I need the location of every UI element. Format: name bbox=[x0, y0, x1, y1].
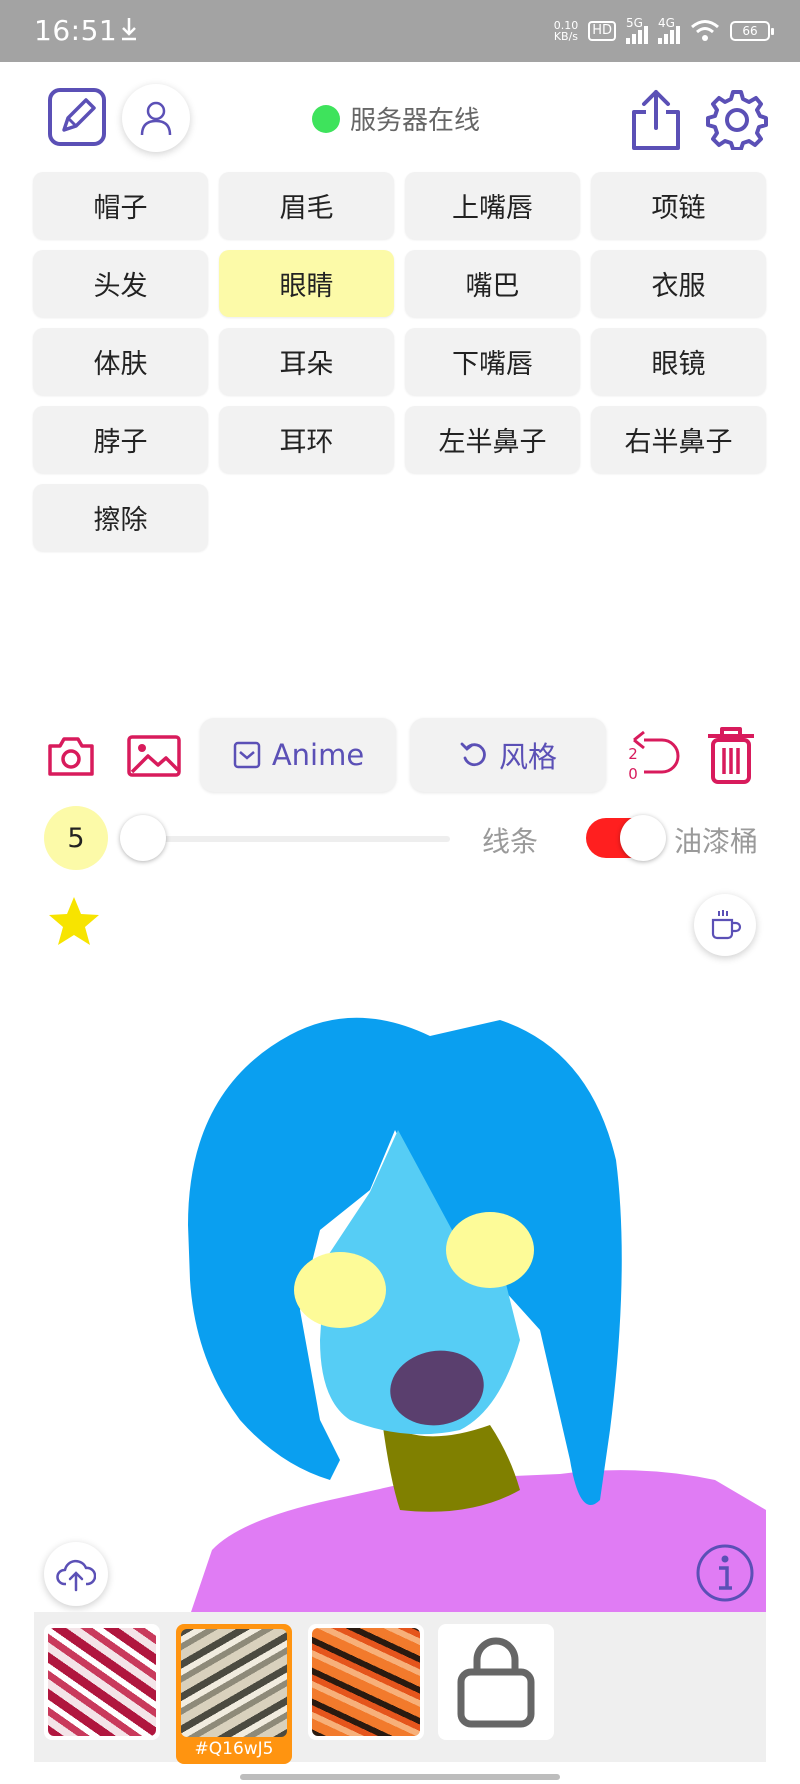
part-button[interactable]: 擦除 bbox=[33, 484, 208, 551]
lock-icon bbox=[457, 1637, 535, 1728]
part-button[interactable]: 眉毛 bbox=[219, 172, 394, 239]
edit-sketch-button[interactable] bbox=[46, 86, 108, 148]
wifi-icon bbox=[691, 20, 719, 41]
share-icon bbox=[632, 90, 680, 150]
battery-icon: 66 bbox=[730, 21, 774, 41]
part-button[interactable]: 眼镜 bbox=[591, 328, 766, 395]
trash-icon bbox=[708, 727, 754, 784]
refresh-icon bbox=[460, 742, 486, 767]
server-online-dot bbox=[312, 104, 340, 133]
gear-icon bbox=[706, 90, 768, 150]
part-button[interactable]: 脖子 bbox=[33, 406, 208, 473]
server-status-label: 服务器在线 bbox=[350, 106, 481, 136]
signal-5g-label: 5G bbox=[626, 16, 643, 30]
info-button[interactable] bbox=[694, 1542, 756, 1604]
style-preview-tiger bbox=[312, 1628, 420, 1736]
style-thumbnail-3[interactable] bbox=[308, 1624, 424, 1740]
part-button[interactable]: 右半鼻子 bbox=[591, 406, 766, 473]
server-status: 服务器在线 bbox=[312, 100, 480, 137]
part-button[interactable]: 体肤 bbox=[33, 328, 208, 395]
signal-4g-label: 4G bbox=[658, 16, 675, 30]
settings-button[interactable] bbox=[706, 88, 768, 150]
style-code-label: #Q16wJ5 bbox=[194, 1739, 274, 1759]
style-button[interactable]: 风格 bbox=[410, 718, 606, 792]
part-button[interactable]: 眼睛 bbox=[219, 250, 394, 317]
image-icon bbox=[127, 735, 181, 777]
share-button[interactable] bbox=[628, 86, 684, 152]
status-bar: 16:51 0.10 KB/s HD 5G 4G 66 bbox=[0, 0, 800, 62]
pen-square-icon bbox=[48, 88, 106, 146]
user-icon bbox=[140, 101, 172, 136]
line-mode-label: 线条 bbox=[482, 825, 539, 858]
info-icon bbox=[696, 1544, 754, 1602]
part-button[interactable]: 耳朵 bbox=[219, 328, 394, 395]
part-button[interactable]: 下嘴唇 bbox=[405, 328, 580, 395]
signal-5g-icon: 5G bbox=[626, 16, 648, 44]
sketch-neck bbox=[382, 1420, 520, 1512]
part-button[interactable]: 项链 bbox=[591, 172, 766, 239]
camera-icon bbox=[48, 737, 94, 776]
part-button[interactable]: 帽子 bbox=[33, 172, 208, 239]
style-thumbnail-1[interactable] bbox=[44, 1624, 160, 1740]
style-thumbnail-selected[interactable]: #Q16wJ5 bbox=[176, 1624, 292, 1764]
brush-size-slider[interactable] bbox=[138, 836, 450, 842]
signal-4g-icon: 4G bbox=[658, 16, 680, 44]
checkbox-icon bbox=[233, 741, 261, 769]
home-indicator bbox=[240, 1774, 560, 1780]
part-button[interactable]: 嘴巴 bbox=[405, 250, 580, 317]
donate-coffee-button[interactable] bbox=[694, 894, 756, 956]
user-profile-button[interactable] bbox=[122, 84, 190, 152]
paint-bucket-label: 油漆桶 bbox=[674, 825, 759, 858]
drawing-canvas[interactable] bbox=[0, 980, 800, 1615]
style-thumbnail-strip: #Q16wJ5 bbox=[34, 1612, 766, 1764]
undo-count-bottom: 0 bbox=[628, 765, 638, 783]
part-button[interactable]: 上嘴唇 bbox=[405, 172, 580, 239]
part-button[interactable]: 耳环 bbox=[219, 406, 394, 473]
upload-cloud-button[interactable] bbox=[44, 1542, 108, 1606]
download-icon bbox=[122, 18, 136, 41]
part-button[interactable]: 左半鼻子 bbox=[405, 406, 580, 473]
toggle-knob bbox=[620, 815, 666, 861]
cloud-upload-icon bbox=[56, 1559, 96, 1592]
part-button[interactable]: 衣服 bbox=[591, 250, 766, 317]
clear-canvas-button[interactable] bbox=[704, 724, 758, 786]
network-speed-unit: KB/s bbox=[553, 30, 579, 43]
paint-bucket-toggle[interactable] bbox=[586, 815, 666, 861]
gallery-button[interactable] bbox=[126, 734, 182, 778]
model-label: Anime bbox=[271, 738, 365, 772]
part-button[interactable]: 头发 bbox=[33, 250, 208, 317]
favorite-star-icon[interactable] bbox=[46, 894, 102, 950]
brush-size-badge: 5 bbox=[44, 806, 108, 870]
status-time: 16:51 bbox=[34, 14, 118, 47]
style-label: 风格 bbox=[498, 740, 557, 774]
undo-count: 2 0 bbox=[626, 744, 640, 784]
undo-count-top: 2 bbox=[628, 745, 638, 763]
hd-voice-badge: HD bbox=[588, 21, 616, 41]
brush-size-slider-thumb[interactable] bbox=[120, 815, 166, 861]
model-select-button[interactable]: Anime bbox=[200, 718, 396, 792]
part-selector-grid: 帽子 眉毛 上嘴唇 项链头发 眼睛 嘴巴 衣服体肤 耳朵 下嘴唇 眼镜脖子 耳环 左半鼻子 右半鼻子擦除 bbox=[33, 172, 766, 551]
coffee-cup-icon bbox=[711, 910, 742, 940]
camera-button[interactable] bbox=[46, 734, 96, 778]
style-preview-stone bbox=[181, 1629, 287, 1737]
locked-styles-button[interactable] bbox=[438, 1624, 554, 1740]
network-speed: 0.10 KB/s bbox=[554, 20, 579, 42]
style-preview-crimson bbox=[48, 1628, 156, 1736]
